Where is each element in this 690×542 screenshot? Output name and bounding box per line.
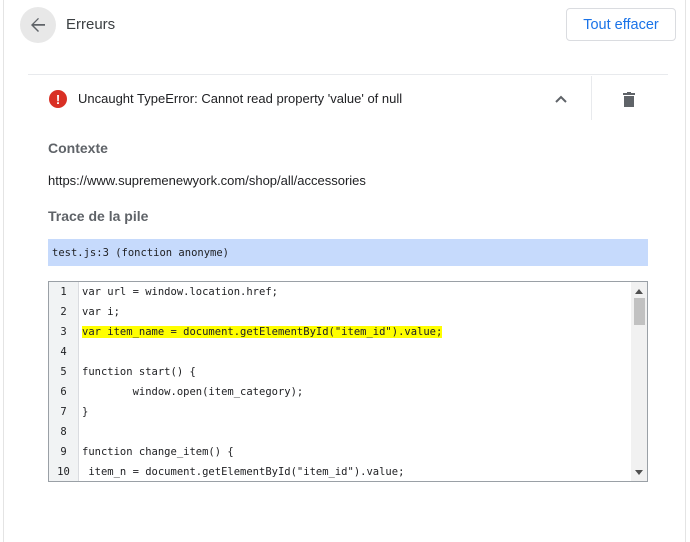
code-text: } [82,406,89,418]
stack-frame[interactable]: test.js:3 (fonction anonyme) [48,239,648,266]
scroll-up-arrow[interactable] [631,284,647,298]
code-line: 1 var url = window.location.href; [49,282,631,302]
line-number: 6 [60,386,67,398]
triangle-down-icon [635,469,643,475]
divider [28,74,668,75]
line-number: 8 [60,426,67,438]
collapse-button[interactable] [548,86,574,112]
context-url: https://www.supremenewyork.com/shop/all/… [48,173,366,188]
line-number: 1 [60,286,67,298]
line-number: 2 [60,306,67,318]
errors-panel: Erreurs Tout effacer ! Uncaught TypeErro… [3,0,686,542]
code-line: 3 var item_name = document.getElementById… [49,322,631,342]
code-viewer[interactable]: 1 var url = window.location.href; 2 var i; 3… [48,281,648,482]
page-title: Erreurs [66,16,116,33]
back-button[interactable] [20,7,56,43]
code-line: 7} [49,402,631,422]
line-number: 7 [60,406,67,418]
code-text: item_n = document.getElementById("item_i… [82,466,405,478]
line-number: 4 [60,346,67,358]
code-line: 9 function change_item() { [49,442,631,462]
divider [591,76,592,120]
error-icon: ! [49,90,67,108]
code-text: var url = window.location.href; [82,286,278,298]
code-line: 10 item_n = document.getElementById("ite… [49,462,631,481]
code-text: var i; [82,306,120,318]
context-heading: Contexte [48,140,108,156]
scroll-down-arrow[interactable] [631,465,647,479]
scrollbar-thumb[interactable] [634,298,645,325]
triangle-up-icon [635,288,643,294]
line-number: 9 [60,446,67,458]
clear-all-button[interactable]: Tout effacer [566,8,676,41]
error-message: Uncaught TypeError: Cannot read property… [78,91,403,106]
arrow-back-icon [31,18,45,32]
code-line: 8 [49,422,631,442]
delete-error-button[interactable] [616,86,642,112]
code-line: 4 [49,342,631,362]
line-number: 3 [60,326,67,338]
line-number: 10 [57,466,70,478]
scrollbar[interactable] [631,282,647,481]
code-line: 6 window.open(item_category); [49,382,631,402]
code-text: function change_item() { [82,446,234,458]
stack-trace-heading: Trace de la pile [48,208,149,224]
line-number: 5 [60,366,67,378]
chevron-up-icon [555,95,567,103]
code-text: window.open(item_category); [82,386,304,398]
trash-icon [623,91,635,107]
highlighted-code-line: var item_name = document.getElementById(… [82,326,443,338]
code-line: 2 var i; [49,302,631,322]
code-text: function start() { [82,366,196,378]
code-line: 5 function start() { [49,362,631,382]
